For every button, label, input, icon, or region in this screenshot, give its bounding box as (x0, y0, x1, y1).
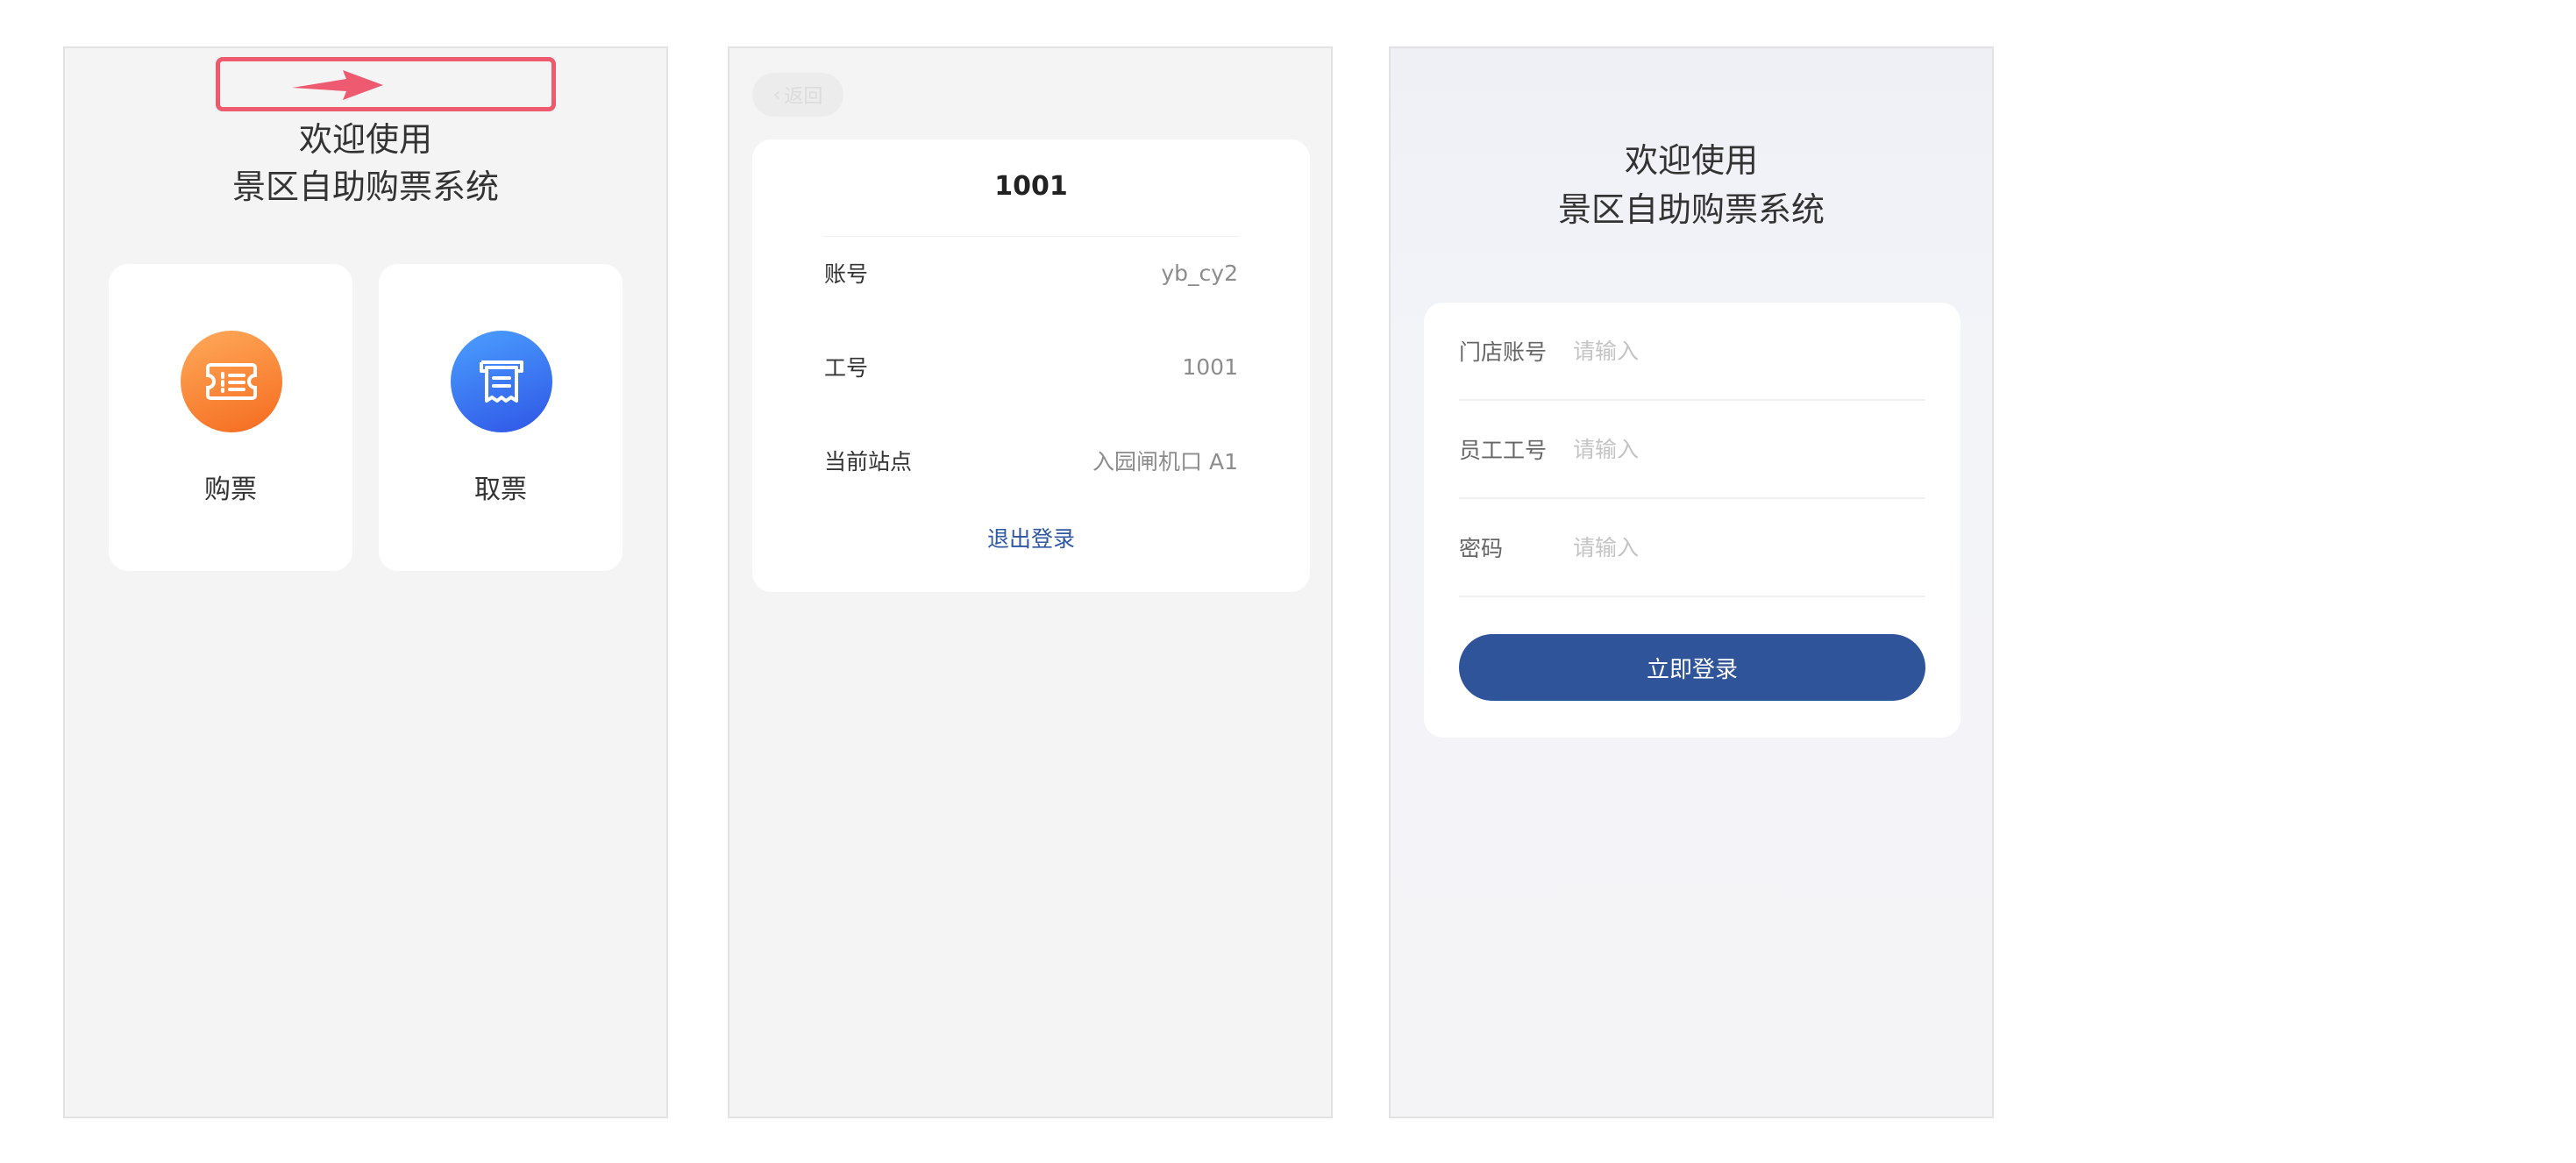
collect-ticket-label: 取票 (474, 474, 527, 505)
info-row-account: 账号 yb_cy2 (824, 255, 1238, 290)
info-row-station: 当前站点 入园闸机口 A1 (824, 443, 1238, 478)
collect-ticket-tile[interactable]: 取票 (379, 264, 623, 571)
store-account-row: 门店账号 (1459, 303, 1925, 401)
password-row: 密码 (1459, 499, 1925, 597)
info-value: yb_cy2 (1161, 260, 1238, 286)
divider (824, 236, 1238, 237)
store-account-input[interactable] (1573, 338, 1925, 364)
employee-id-input[interactable] (1573, 436, 1925, 462)
info-key: 账号 (824, 261, 869, 287)
login-form-card: 门店账号 员工工号 密码 立即登录 (1424, 303, 1960, 738)
chevron-left-icon: ‹ (772, 83, 781, 106)
back-button[interactable]: ‹ 返回 (752, 73, 843, 117)
arrow-right-icon (292, 70, 383, 100)
employee-id-row: 员工工号 (1459, 401, 1925, 499)
info-value: 入园闸机口 A1 (1092, 449, 1238, 474)
system-title: 景区自助购票系统 (231, 168, 499, 206)
buy-ticket-tile[interactable]: 购票 (109, 264, 352, 571)
buy-ticket-label: 购票 (204, 474, 257, 505)
password-input[interactable] (1573, 534, 1925, 560)
system-title: 景区自助购票系统 (1557, 190, 1825, 229)
back-label: 返回 (784, 86, 823, 108)
logout-link[interactable]: 退出登录 (752, 522, 1310, 553)
info-value: 1001 (1182, 353, 1238, 380)
login-screen: 欢迎使用 景区自助购票系统 门店账号 员工工号 密码 立即登录 (1389, 46, 1994, 1118)
receipt-icon (451, 331, 552, 432)
login-button[interactable]: 立即登录 (1459, 634, 1925, 701)
welcome-heading: 欢迎使用 (1624, 141, 1758, 180)
store-account-label: 门店账号 (1459, 339, 1548, 365)
annotation-highlight-box (216, 57, 556, 111)
info-key: 当前站点 (824, 449, 913, 474)
info-row-employee-id: 工号 1001 (824, 349, 1238, 384)
welcome-heading: 欢迎使用 (298, 120, 432, 159)
account-card: 1001 账号 yb_cy2 工号 1001 当前站点 入园闸机口 A1 退出登… (752, 139, 1310, 592)
account-id-title: 1001 (994, 171, 1068, 202)
ticket-icon (181, 331, 282, 432)
password-label: 密码 (1459, 536, 1504, 561)
info-key: 工号 (824, 355, 869, 381)
home-screen: 欢迎使用 景区自助购票系统 购票 取票 (63, 46, 668, 1118)
employee-id-label: 员工工号 (1459, 438, 1548, 463)
account-screen: ‹ 返回 1001 账号 yb_cy2 工号 1001 当前站点 入园闸机口 A… (728, 46, 1333, 1118)
